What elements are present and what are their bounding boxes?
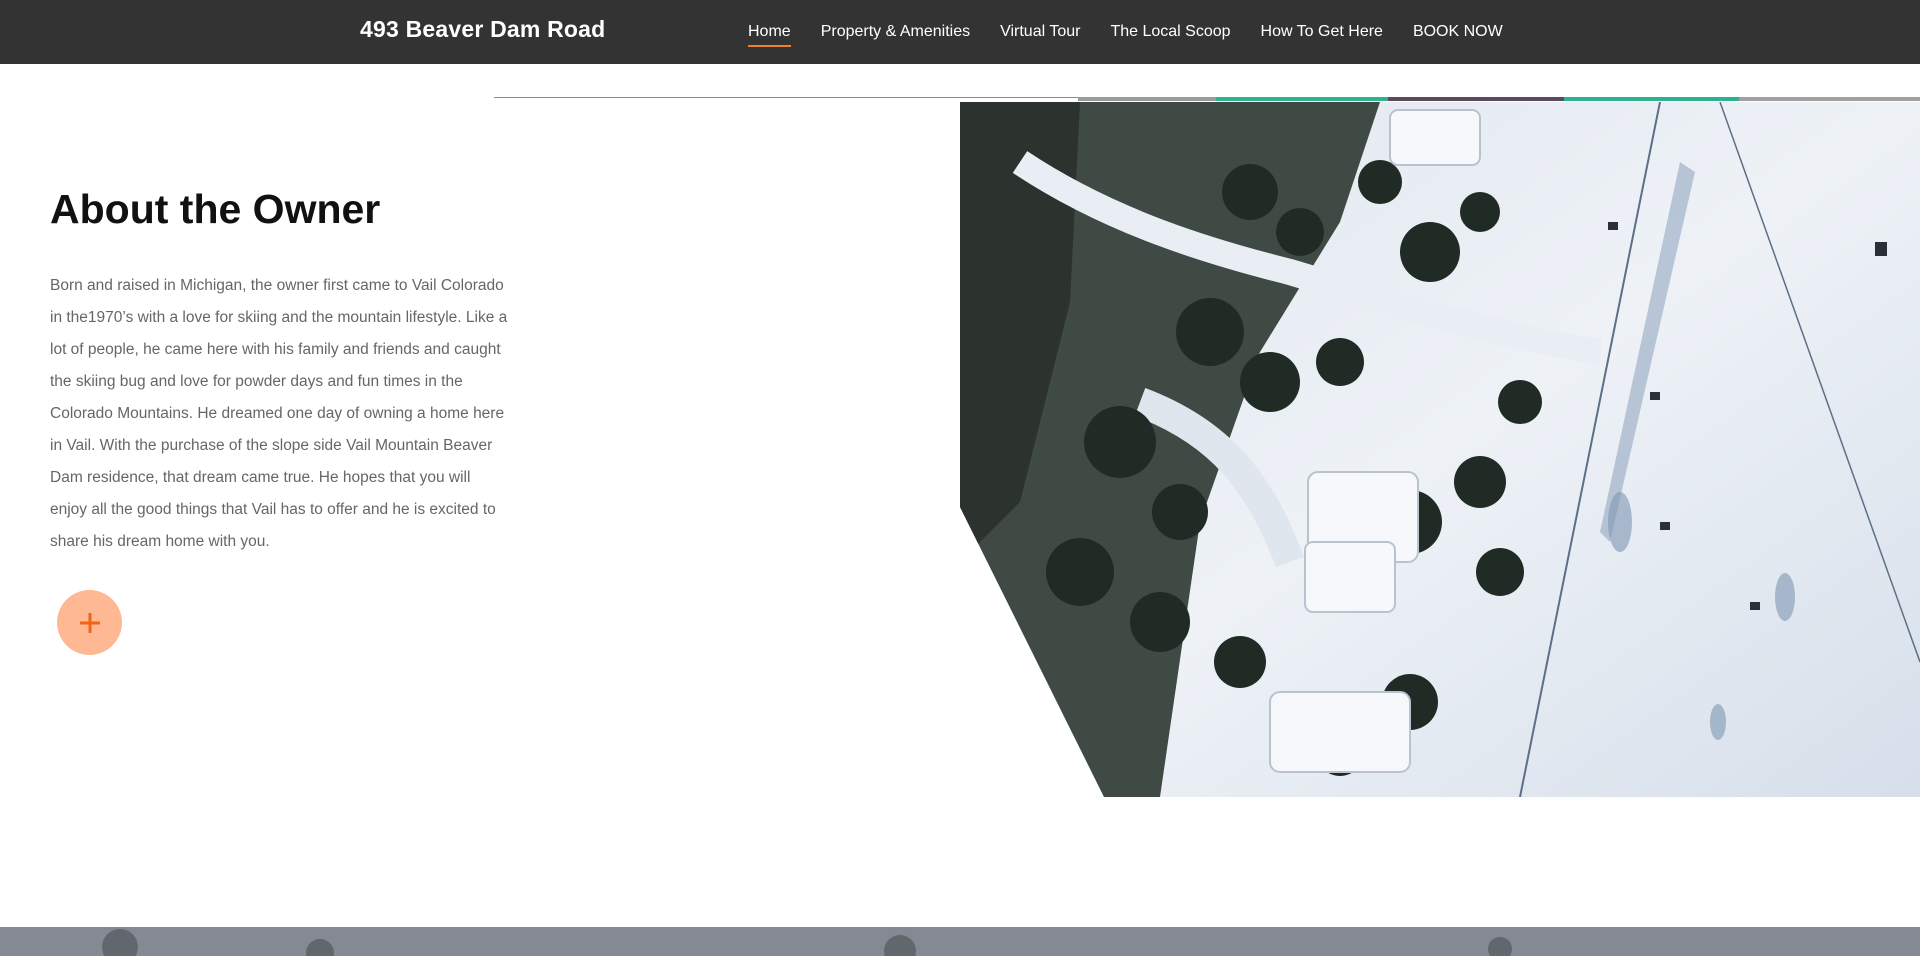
divider-segment [1388,97,1564,101]
nav-property-amenities[interactable]: Property & Amenities [821,23,970,41]
divider-segment [1078,97,1216,101]
nav-how-to-get-here[interactable]: How To Get Here [1261,23,1383,41]
about-text: Born and raised in Michigan, the owner f… [50,277,508,550]
aerial-photo [960,102,1920,797]
expand-button[interactable] [57,590,122,655]
divider-segment [1739,97,1920,101]
site-title[interactable]: 493 Beaver Dam Road [360,16,605,43]
site-header: 493 Beaver Dam Road Home Property & Amen… [0,0,1920,64]
divider-segment-accent [1216,97,1388,101]
nav-local-scoop[interactable]: The Local Scoop [1110,23,1230,41]
main-nav: Home Property & Amenities Virtual Tour T… [748,0,1503,64]
divider-segment-accent [1564,97,1739,101]
next-section-image [0,927,1920,956]
about-heading: About the Owner [50,186,381,232]
nav-home[interactable]: Home [748,23,791,47]
nav-book-now[interactable]: BOOK NOW [1413,23,1503,41]
plus-icon [79,612,100,633]
nav-virtual-tour[interactable]: Virtual Tour [1000,23,1080,41]
